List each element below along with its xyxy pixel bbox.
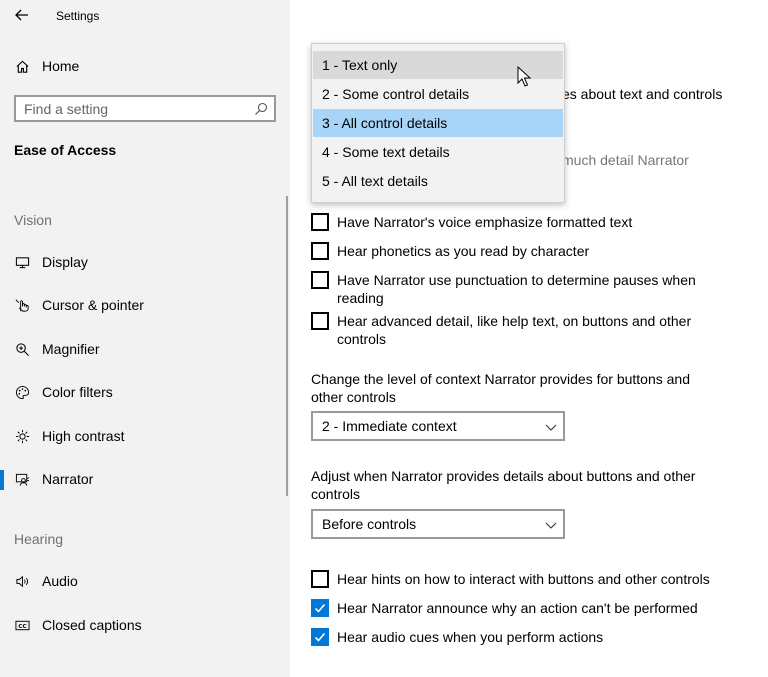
checkbox-checked[interactable] [311, 628, 329, 646]
checkbox-label: Have Narrator use punctuation to determi… [337, 272, 696, 306]
sidebar-item-label: Home [42, 58, 80, 74]
dropdown-option-3[interactable]: 3 - All control details [313, 109, 563, 137]
checkbox-label: Hear audio cues when you perform actions [337, 629, 604, 645]
checkbox[interactable] [311, 312, 329, 330]
section-heading-hearing: Hearing [14, 531, 64, 547]
details-timing-value: Before controls [322, 516, 417, 532]
checkbox-label: Hear hints on how to interact with butto… [337, 571, 710, 587]
checkmark-icon [314, 632, 326, 642]
checkbox[interactable] [311, 213, 329, 231]
option-label: 1 - Text only [322, 57, 398, 73]
sun-icon [14, 428, 30, 444]
partial-text-behind-popup-2: much detail Narrator [562, 152, 689, 168]
group-title: Ease of Access [14, 142, 117, 158]
magnifier-icon [14, 341, 30, 357]
sidebar-item-high-contrast[interactable]: High contrast [0, 416, 290, 456]
display-icon [14, 254, 30, 270]
sidebar-item-label: Audio [42, 573, 78, 589]
search-box[interactable] [14, 95, 276, 122]
palette-icon [14, 384, 30, 400]
checkbox-label: Hear advanced detail, like help text, on… [337, 313, 692, 347]
pointer-icon [14, 297, 30, 313]
details-timing-select[interactable]: Before controls [311, 509, 565, 539]
context-level-value: 2 - Immediate context [322, 418, 457, 434]
captions-icon: CC [14, 617, 30, 633]
back-arrow-icon[interactable] [13, 6, 31, 24]
sidebar-item-label: Cursor & pointer [42, 297, 144, 313]
checkbox-label: Have Narrator's voice emphasize formatte… [337, 214, 633, 230]
checkbox-checked[interactable] [311, 599, 329, 617]
sidebar-item-label: High contrast [42, 428, 125, 444]
sidebar-item-label: Color filters [42, 384, 113, 400]
sidebar-item-label: Closed captions [42, 617, 142, 633]
sidebar-item-cursor-pointer[interactable]: Cursor & pointer [0, 285, 290, 325]
speaker-icon [14, 573, 30, 589]
sidebar: Settings Home Ease of Access Vision Disp… [0, 0, 290, 677]
context-level-label: Change the level of context Narrator pro… [311, 371, 690, 405]
option-label: 2 - Some control details [322, 86, 470, 102]
sidebar-item-closed-captions[interactable]: CC Closed captions [0, 605, 290, 645]
checkbox-label: Hear phonetics as you read by character [337, 243, 590, 259]
checkbox[interactable] [311, 570, 329, 588]
narrator-icon [14, 471, 30, 487]
chevron-down-icon [545, 518, 557, 530]
details-timing-label: Adjust when Narrator provides details ab… [311, 468, 696, 502]
checkbox[interactable] [311, 242, 329, 260]
context-level-select[interactable]: 2 - Immediate context [311, 411, 565, 441]
sidebar-item-label: Display [42, 254, 88, 270]
home-icon [14, 58, 30, 74]
checkmark-icon [314, 603, 326, 613]
sidebar-item-label: Magnifier [42, 341, 100, 357]
sidebar-item-display[interactable]: Display [0, 242, 290, 282]
option-label: 5 - All text details [322, 173, 428, 189]
section-heading-vision: Vision [14, 212, 52, 228]
mouse-cursor-icon [517, 65, 533, 88]
sidebar-item-magnifier[interactable]: Magnifier [0, 329, 290, 369]
sidebar-item-label: Narrator [42, 471, 94, 487]
svg-text:CC: CC [18, 623, 26, 629]
sidebar-item-narrator[interactable]: Narrator [0, 459, 290, 499]
sidebar-item-color-filters[interactable]: Color filters [0, 372, 290, 412]
search-icon[interactable] [254, 102, 268, 116]
checkbox-label: Hear Narrator announce why an action can… [337, 600, 698, 616]
sidebar-item-audio[interactable]: Audio [0, 561, 290, 601]
option-label: 4 - Some text details [322, 144, 450, 160]
dropdown-option-4[interactable]: 4 - Some text details [313, 138, 563, 166]
chevron-down-icon [545, 420, 557, 432]
option-label: 3 - All control details [322, 115, 448, 131]
sidebar-scrollbar[interactable] [286, 196, 288, 496]
checkbox[interactable] [311, 271, 329, 289]
app-title: Settings [56, 9, 100, 23]
sidebar-item-home[interactable]: Home [0, 46, 290, 86]
partial-text-behind-popup: es about text and controls [562, 86, 723, 102]
search-input[interactable] [24, 100, 244, 118]
dropdown-option-5[interactable]: 5 - All text details [313, 167, 563, 195]
